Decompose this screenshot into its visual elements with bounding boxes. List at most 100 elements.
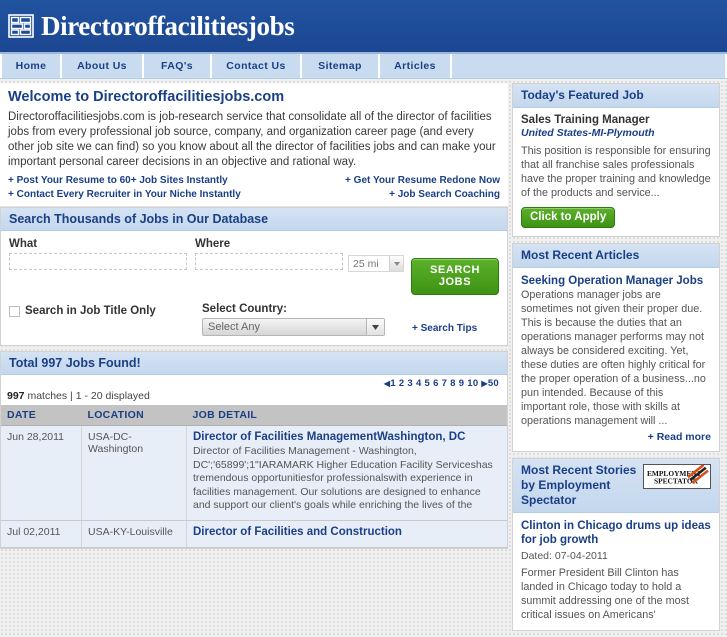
nav-item-contact-us[interactable]: Contact Us	[212, 54, 302, 78]
nav-item-about-us[interactable]: About Us	[62, 54, 144, 78]
featured-job-title: Sales Training Manager	[521, 114, 650, 126]
nav-label: Sitemap	[318, 60, 362, 72]
search-tips-label: Search Tips	[420, 323, 478, 334]
search-row-2: Search in Job Title Only Select Country:…	[9, 303, 499, 336]
recent-articles-body: Seeking Operation Manager Jobs Operation…	[513, 268, 719, 451]
nav-label: About Us	[77, 60, 127, 72]
table-row[interactable]: Jul 02,2011 USA-KY-Louisville Director o…	[1, 520, 507, 548]
chevron-down-icon	[366, 319, 384, 335]
country-select[interactable]: Select Any	[202, 318, 385, 336]
results-heading: Total 997 Jobs Found!	[1, 352, 507, 375]
page-link-10[interactable]: 10	[467, 378, 478, 389]
read-more-link[interactable]: + Read more	[521, 431, 711, 443]
column-header-location: LOCATION	[81, 405, 187, 426]
column-header-date: DATE	[1, 405, 82, 426]
search-panel: Search Thousands of Jobs in Our Database…	[0, 207, 508, 346]
job-date: Jun 28,2011	[1, 425, 82, 521]
promo-label: Post Your Resume to 60+ Job Sites Instan…	[16, 175, 228, 186]
featured-job-heading-label: Today's Featured Job	[521, 88, 644, 102]
jobs-table: DATE LOCATION JOB DETAIL Jun 28,2011 USA…	[1, 405, 507, 548]
story-title-link[interactable]: Clinton in Chicago drums up ideas for jo…	[521, 520, 711, 546]
recent-articles-heading: Most Recent Articles	[513, 244, 719, 268]
nav-item-faqs[interactable]: FAQ's	[144, 54, 212, 78]
recent-stories-heading: Most Recent Stories by Employment Specta…	[513, 459, 719, 513]
plus-icon: +	[412, 323, 418, 334]
promo-post-resume[interactable]: + Post Your Resume to 60+ Job Sites Inst…	[8, 174, 228, 188]
page-link-last[interactable]: 50	[488, 378, 499, 389]
radius-group: 25 mi	[348, 238, 404, 272]
site-header: Directoroffacilitiesjobs	[0, 0, 727, 54]
promo-contact-recruiter[interactable]: + Contact Every Recruiter in Your Niche …	[8, 188, 241, 202]
column-header-job-detail: JOB DETAIL	[186, 405, 507, 426]
matches-text: matches | 1 - 20 displayed	[27, 390, 150, 402]
read-more-label: Read more	[656, 431, 711, 443]
promo-job-coaching[interactable]: + Job Search Coaching	[389, 188, 500, 202]
article-excerpt: Operations manager jobs are sometimes no…	[521, 289, 706, 427]
nav-label: Articles	[394, 60, 436, 72]
page-link-7[interactable]: 7	[442, 378, 448, 389]
page-link-1[interactable]: 1	[390, 378, 396, 389]
story-excerpt: Former President Bill Clinton has landed…	[521, 567, 690, 621]
job-location: USA-KY-Louisville	[81, 520, 187, 548]
country-value: Select Any	[208, 321, 260, 333]
promo-row-2: + Contact Every Recruiter in Your Niche …	[8, 188, 500, 202]
plus-icon: +	[647, 431, 654, 443]
welcome-paragraph: Directoroffacilitiesjobs.com is job-rese…	[8, 111, 496, 168]
search-title-only-checkbox[interactable]	[9, 305, 20, 317]
table-row[interactable]: Jun 28,2011 USA-DC-Washington Director o…	[1, 425, 507, 521]
what-field-group: What	[9, 238, 187, 270]
story-date: Dated: 07-04-2011	[521, 550, 608, 562]
page-link-3[interactable]: 3	[407, 378, 413, 389]
main-navigation: Home About Us FAQ's Contact Us Sitemap A…	[0, 54, 727, 79]
radius-select[interactable]: 25 mi	[348, 255, 404, 272]
page-link-8[interactable]: 8	[450, 378, 456, 389]
job-title-link[interactable]: Director of Facilities ManagementWashing…	[193, 431, 501, 443]
radius-value: 25 mi	[353, 257, 379, 270]
job-detail-cell: Director of Facilities ManagementWashing…	[186, 425, 507, 521]
promo-resume-redone[interactable]: + Get Your Resume Redone Now	[345, 174, 500, 188]
nav-item-articles[interactable]: Articles	[380, 54, 452, 78]
article-title-link[interactable]: Seeking Operation Manager Jobs	[521, 275, 703, 287]
nav-item-home[interactable]: Home	[0, 54, 62, 78]
page-title: Welcome to Directoroffacilitiesjobs.com	[8, 89, 285, 105]
featured-job-heading: Today's Featured Job	[513, 84, 719, 108]
nav-filler	[452, 54, 727, 78]
page-link-2[interactable]: 2	[399, 378, 405, 389]
click-to-apply-button[interactable]: Click to Apply	[521, 207, 616, 228]
sidebar: Today's Featured Job Sales Training Mana…	[508, 83, 720, 637]
search-where-input[interactable]	[195, 253, 343, 270]
search-panel-heading: Search Thousands of Jobs in Our Database	[1, 208, 507, 231]
search-jobs-button[interactable]: SEARCH JOBS	[411, 258, 499, 295]
page-link-6[interactable]: 6	[433, 378, 439, 389]
page-link-5[interactable]: 5	[425, 378, 431, 389]
recent-articles-heading-label: Most Recent Articles	[521, 248, 640, 262]
plus-icon: +	[8, 189, 14, 200]
results-panel: Total 997 Jobs Found! ◀1 2 3 4 5 6 7 8 9…	[0, 351, 508, 549]
main-column: Welcome to Directoroffacilitiesjobs.com …	[0, 83, 508, 554]
title-only-group[interactable]: Search in Job Title Only	[9, 303, 202, 317]
country-label: Select Country:	[202, 303, 287, 315]
search-row-1: What Where 25 mi SEARCH JOBS	[9, 238, 499, 295]
where-field-group: Where	[195, 238, 343, 270]
nav-label: Contact Us	[226, 60, 286, 72]
job-location: USA-DC-Washington	[81, 425, 187, 521]
featured-job-description: This position is responsible for ensurin…	[521, 145, 711, 199]
job-title-link[interactable]: Director of Facilities and Construction	[193, 526, 501, 538]
welcome-panel: Welcome to Directoroffacilitiesjobs.com …	[0, 83, 508, 207]
what-label: What	[9, 238, 38, 250]
search-tips-link[interactable]: + Search Tips	[412, 303, 477, 334]
plus-icon: +	[345, 175, 351, 186]
page-link-9[interactable]: 9	[459, 378, 465, 389]
recent-stories-body: Clinton in Chicago drums up ideas for jo…	[513, 513, 719, 630]
country-group: Select Country: Select Any	[202, 303, 390, 336]
search-form: What Where 25 mi SEARCH JOBS Search in J…	[1, 231, 507, 345]
matches-count: 997	[7, 390, 25, 402]
site-title: Directoroffacilitiesjobs	[41, 10, 295, 41]
nav-item-sitemap[interactable]: Sitemap	[302, 54, 380, 78]
pagination: ◀1 2 3 4 5 6 7 8 9 10 ▶50	[1, 375, 507, 390]
title-only-label: Search in Job Title Only	[25, 305, 156, 317]
promo-row-1: + Post Your Resume to 60+ Job Sites Inst…	[8, 174, 500, 188]
search-what-input[interactable]	[9, 253, 187, 270]
page-link-4[interactable]: 4	[416, 378, 422, 389]
where-label: Where	[195, 238, 231, 250]
